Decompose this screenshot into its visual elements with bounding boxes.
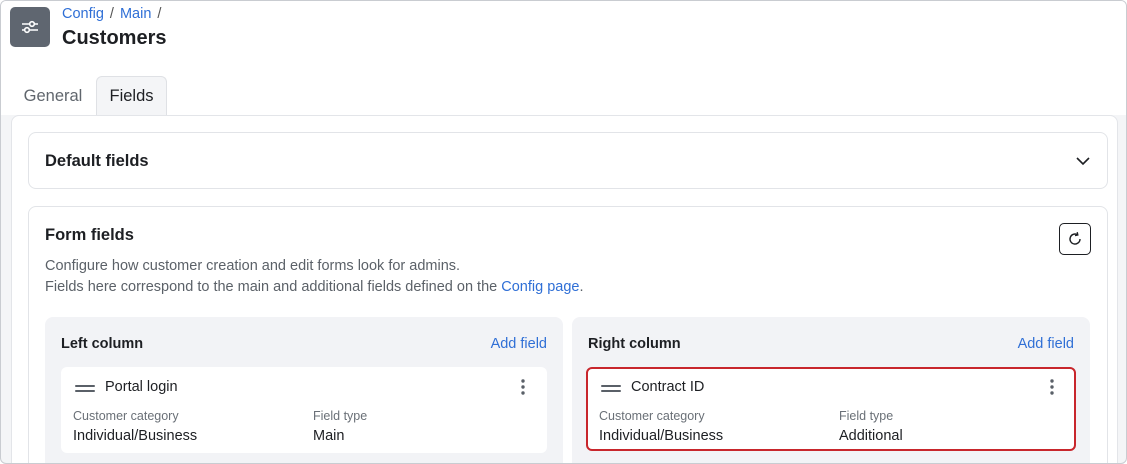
sliders-icon — [10, 7, 50, 47]
breadcrumb-separator: / — [157, 6, 162, 22]
description-text: Fields here correspond to the main and a… — [45, 279, 502, 295]
page-title: Customers — [62, 27, 167, 49]
refresh-icon — [1069, 232, 1081, 245]
right-column-title: Right column — [588, 336, 681, 352]
customer-category-label: Customer category — [599, 409, 705, 423]
tab-general[interactable]: General — [11, 76, 95, 116]
customer-category-value: Individual/Business — [73, 428, 198, 444]
right-add-field-button[interactable]: Add field — [1018, 336, 1074, 352]
right-column: Right column Add field Contract ID Custo… — [572, 317, 1090, 463]
tab-fields[interactable]: Fields — [96, 76, 167, 116]
breadcrumb-config-link[interactable]: Config — [62, 6, 104, 22]
field-name: Portal login — [105, 379, 178, 395]
field-type-value: Additional — [839, 428, 903, 444]
field-type-value: Main — [313, 428, 345, 444]
breadcrumb: Config / Main / — [62, 6, 161, 22]
chevron-down-icon[interactable] — [1075, 153, 1091, 169]
field-card-portal-login[interactable]: Portal login Customer category Individua… — [61, 367, 547, 453]
drag-handle-icon[interactable] — [601, 385, 621, 393]
default-fields-title: Default fields — [45, 152, 149, 170]
field-type-label: Field type — [839, 409, 894, 423]
left-add-field-button[interactable]: Add field — [491, 336, 547, 352]
left-column-title: Left column — [61, 336, 144, 352]
form-fields-description-config: Fields here correspond to the main and a… — [45, 279, 583, 295]
default-fields-panel[interactable]: Default fields — [28, 132, 1108, 189]
customer-category-label: Customer category — [73, 409, 179, 423]
form-fields-title: Form fields — [45, 226, 134, 244]
more-vertical-icon[interactable] — [1042, 377, 1062, 397]
form-fields-description: Configure how customer creation and edit… — [45, 258, 461, 274]
field-card-contract-id[interactable]: Contract ID Customer category Individual… — [586, 367, 1076, 451]
breadcrumb-main-link[interactable]: Main — [120, 6, 151, 22]
form-fields-panel: Form fields Configure how customer creat… — [28, 206, 1108, 463]
config-page-link[interactable]: Config page — [501, 279, 579, 295]
customer-category-value: Individual/Business — [599, 428, 724, 444]
page-header: Config / Main / Customers — [1, 1, 1126, 73]
drag-handle-icon[interactable] — [75, 385, 95, 393]
breadcrumb-separator: / — [109, 6, 114, 22]
refresh-button[interactable] — [1059, 223, 1091, 255]
left-column: Left column Add field Portal login Custo… — [45, 317, 563, 463]
app-window: Config / Main / Customers General Fields… — [0, 0, 1127, 464]
tabs-bar: General Fields — [1, 73, 1126, 116]
fields-tab-content: Default fields Form fields Configure how… — [11, 115, 1118, 463]
field-name: Contract ID — [631, 379, 705, 395]
more-vertical-icon[interactable] — [513, 377, 533, 397]
description-suffix: . — [579, 279, 584, 295]
field-type-label: Field type — [313, 409, 368, 423]
